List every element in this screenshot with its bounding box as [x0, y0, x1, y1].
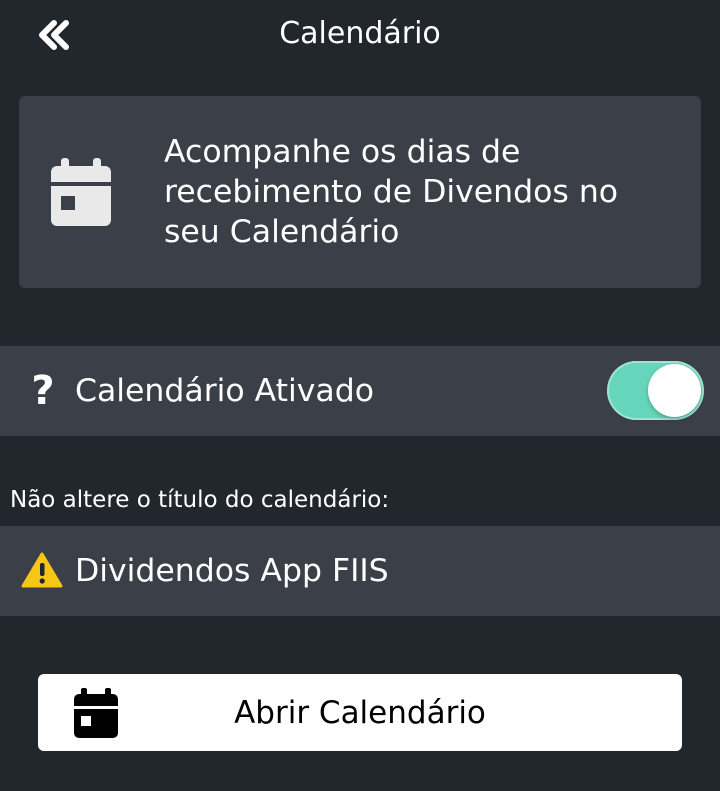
calendar-settings-screen: Calendário Acompanhe os dias de recebime… [0, 0, 720, 791]
calendar-name-row: Dividendos App FIIS [0, 526, 720, 616]
calendar-active-toggle[interactable] [607, 361, 704, 420]
info-card: Acompanhe os dias de recebimento de Dive… [19, 96, 701, 288]
open-calendar-button[interactable]: Abrir Calendário [38, 674, 682, 751]
calendar-title-hint: Não altere o título do calendário: [10, 487, 390, 513]
open-calendar-label: Abrir Calendário [234, 695, 486, 731]
calendar-name-value: Dividendos App FIIS [75, 553, 389, 589]
double-chevron-left-icon [39, 20, 69, 50]
calendar-active-label: Calendário Ativado [75, 373, 374, 409]
warning-icon [21, 552, 63, 588]
question-icon[interactable]: ? [26, 368, 60, 414]
back-button[interactable] [30, 14, 82, 58]
header-bar: Calendário [0, 0, 720, 76]
info-description: Acompanhe os dias de recebimento de Dive… [164, 134, 619, 250]
page-title: Calendário [279, 16, 441, 51]
calendar-icon [51, 158, 111, 226]
toggle-knob [648, 364, 701, 417]
